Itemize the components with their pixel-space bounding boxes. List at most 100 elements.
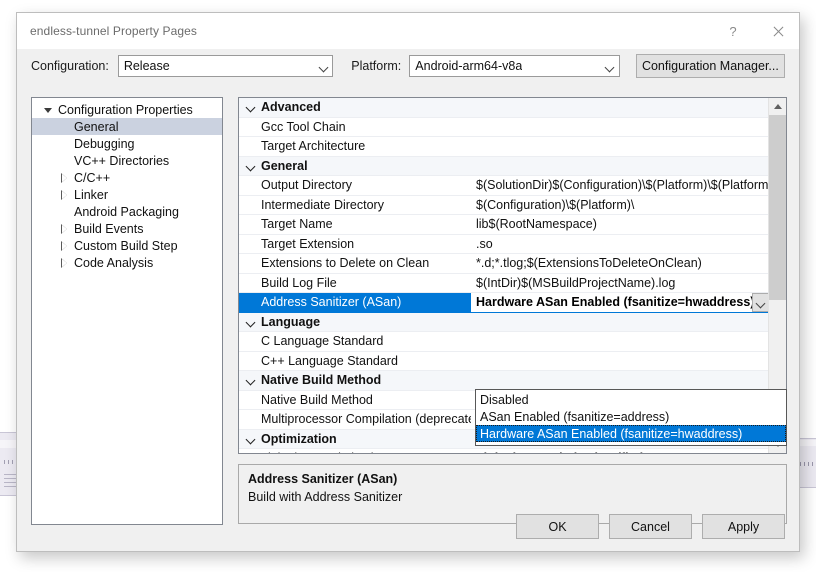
dropdown-option-asan-enabled-fsanitize-address[interactable]: ASan Enabled (fsanitize=address) xyxy=(476,408,786,425)
property-category-advanced[interactable]: Advanced xyxy=(239,98,769,118)
tree-item-label: Android Packaging xyxy=(72,205,179,219)
tree-item-label: Linker xyxy=(72,188,108,202)
property-name-target-name: Target Name xyxy=(239,217,471,231)
triangle-right-icon[interactable] xyxy=(56,242,72,250)
property-value-address-sanitizer-asan: Hardware ASan Enabled (fsanitize=hwaddre… xyxy=(476,295,754,309)
property-name-target-extension: Target Extension xyxy=(239,237,471,251)
triangle-right-icon[interactable] xyxy=(56,225,72,233)
tree-item-build-events[interactable]: Build Events xyxy=(32,220,222,237)
dialog-title: endless-tunnel Property Pages xyxy=(30,24,197,38)
property-category-native-build-method[interactable]: Native Build Method xyxy=(239,371,769,391)
property-row-build-log-file[interactable]: Build Log File$(IntDir)$(MSBuildProjectN… xyxy=(239,274,769,294)
tree-item-label: Debugging xyxy=(72,137,134,151)
property-value-target-extension[interactable]: .so xyxy=(471,237,769,251)
close-icon[interactable] xyxy=(755,13,799,49)
property-name-link-time-optimization: Link Time Optimization xyxy=(239,451,471,453)
tree-item-label: General xyxy=(72,120,118,134)
property-value-link-time-optimization[interactable]: Link Time Optimization (flto) xyxy=(471,451,769,453)
dropdown-option-disabled[interactable]: Disabled xyxy=(476,391,786,408)
property-row-extensions-to-delete-on-clean[interactable]: Extensions to Delete on Clean*.d;*.tlog;… xyxy=(239,254,769,274)
asan-options-dropdown[interactable]: DisabledASan Enabled (fsanitize=address)… xyxy=(475,389,787,446)
property-row-gcc-tool-chain[interactable]: Gcc Tool Chain xyxy=(239,118,769,138)
property-row-output-directory[interactable]: Output Directory$(SolutionDir)$(Configur… xyxy=(239,176,769,196)
tree-item-label: Code Analysis xyxy=(72,256,153,270)
platform-label: Platform: xyxy=(351,59,401,73)
tree-item-android-packaging[interactable]: Android Packaging xyxy=(32,203,222,220)
tree-item-label: Configuration Properties xyxy=(56,103,193,117)
property-category-label: General xyxy=(261,159,471,173)
property-name-intermediate-directory: Intermediate Directory xyxy=(239,198,471,212)
tree-item-label: Custom Build Step xyxy=(72,239,178,253)
chevron-down-icon[interactable] xyxy=(239,104,261,110)
property-row-intermediate-directory[interactable]: Intermediate Directory$(Configuration)\$… xyxy=(239,196,769,216)
chevron-down-icon xyxy=(315,56,332,76)
chevron-down-icon[interactable] xyxy=(239,163,261,169)
cancel-button[interactable]: Cancel xyxy=(609,514,692,539)
property-category-general[interactable]: General xyxy=(239,157,769,177)
property-category-language[interactable]: Language xyxy=(239,313,769,333)
chevron-down-icon[interactable] xyxy=(239,319,261,325)
property-value-output-directory[interactable]: $(SolutionDir)$(Configuration)\$(Platfor… xyxy=(471,178,769,192)
apply-button[interactable]: Apply xyxy=(702,514,785,539)
property-row-target-name[interactable]: Target Namelib$(RootNamespace) xyxy=(239,215,769,235)
property-value-editor-address-sanitizer-asan[interactable]: Hardware ASan Enabled (fsanitize=hwaddre… xyxy=(471,293,769,312)
property-name-address-sanitizer-asan: Address Sanitizer (ASan) xyxy=(239,295,471,309)
property-category-label: Advanced xyxy=(261,100,471,114)
tree-item-label: VC++ Directories xyxy=(72,154,169,168)
chevron-down-icon[interactable] xyxy=(239,377,261,383)
property-row-c++-language-standard[interactable]: C++ Language Standard xyxy=(239,352,769,372)
help-glyph: ? xyxy=(729,24,736,39)
property-name-native-build-method: Native Build Method xyxy=(239,393,471,407)
property-row-address-sanitizer-asan[interactable]: Address Sanitizer (ASan) Hardware ASan En… xyxy=(239,293,769,313)
dialog-body: Configuration Properties General Debugging… xyxy=(17,87,799,551)
property-row-target-architecture[interactable]: Target Architecture xyxy=(239,137,769,157)
triangle-right-icon[interactable] xyxy=(56,191,72,199)
tree-item-c-c[interactable]: C/C++ xyxy=(32,169,222,186)
dialog-title-bar: endless-tunnel Property Pages ? xyxy=(17,13,799,49)
configuration-properties-tree[interactable]: Configuration Properties General Debugging… xyxy=(31,97,223,525)
configuration-manager-button[interactable]: Configuration Manager... xyxy=(636,54,785,78)
platform-value: Android-arm64-v8a xyxy=(410,59,522,73)
description-title: Address Sanitizer (ASan) xyxy=(248,472,777,486)
tree-item-configuration-properties[interactable]: Configuration Properties xyxy=(32,101,222,118)
tree-item-vc-directories[interactable]: VC++ Directories xyxy=(32,152,222,169)
property-pages-dialog: endless-tunnel Property Pages ? Configur… xyxy=(16,12,800,552)
triangle-down-icon[interactable] xyxy=(40,107,56,113)
tree-item-label: C/C++ xyxy=(72,171,110,185)
tree-item-label: Build Events xyxy=(72,222,143,236)
scroll-up-icon[interactable] xyxy=(769,98,786,115)
dialog-footer-buttons: OK Cancel Apply xyxy=(516,514,785,539)
property-name-output-directory: Output Directory xyxy=(239,178,471,192)
property-name-gcc-tool-chain: Gcc Tool Chain xyxy=(239,120,471,134)
description-text: Build with Address Sanitizer xyxy=(248,490,777,504)
property-row-target-extension[interactable]: Target Extension.so xyxy=(239,235,769,255)
property-category-label: Native Build Method xyxy=(261,373,471,387)
property-value-extensions-to-delete-on-clean[interactable]: *.d;*.tlog;$(ExtensionsToDeleteOnClean) xyxy=(471,256,769,270)
chevron-down-icon[interactable] xyxy=(752,293,769,312)
platform-dropdown[interactable]: Android-arm64-v8a xyxy=(409,55,620,77)
tree-item-general[interactable]: General xyxy=(32,118,222,135)
tree-item-custom-build-step[interactable]: Custom Build Step xyxy=(32,237,222,254)
configuration-value: Release xyxy=(119,59,170,73)
property-value-target-name[interactable]: lib$(RootNamespace) xyxy=(471,217,769,231)
property-value-build-log-file[interactable]: $(IntDir)$(MSBuildProjectName).log xyxy=(471,276,769,290)
configuration-dropdown[interactable]: Release xyxy=(118,55,333,77)
property-value-intermediate-directory[interactable]: $(Configuration)\$(Platform)\ xyxy=(471,198,769,212)
property-row-link-time-optimization[interactable]: Link Time OptimizationLink Time Optimiza… xyxy=(239,449,769,453)
ok-button[interactable]: OK xyxy=(516,514,599,539)
dropdown-option-hardware-asan-enabled-fsanitize-hwaddress[interactable]: Hardware ASan Enabled (fsanitize=hwaddre… xyxy=(476,425,786,442)
triangle-right-icon[interactable] xyxy=(56,174,72,182)
chevron-down-icon[interactable] xyxy=(239,436,261,442)
chevron-down-icon xyxy=(602,56,619,76)
property-row-c-language-standard[interactable]: C Language Standard xyxy=(239,332,769,352)
property-category-label: Optimization xyxy=(261,432,471,446)
property-category-label: Language xyxy=(261,315,471,329)
property-name-build-log-file: Build Log File xyxy=(239,276,471,290)
tree-item-code-analysis[interactable]: Code Analysis xyxy=(32,254,222,271)
triangle-right-icon[interactable] xyxy=(56,259,72,267)
scrollbar-thumb[interactable] xyxy=(769,115,786,300)
tree-item-linker[interactable]: Linker xyxy=(32,186,222,203)
configuration-label: Configuration: xyxy=(31,59,109,73)
help-icon[interactable]: ? xyxy=(711,13,755,49)
tree-item-debugging[interactable]: Debugging xyxy=(32,135,222,152)
